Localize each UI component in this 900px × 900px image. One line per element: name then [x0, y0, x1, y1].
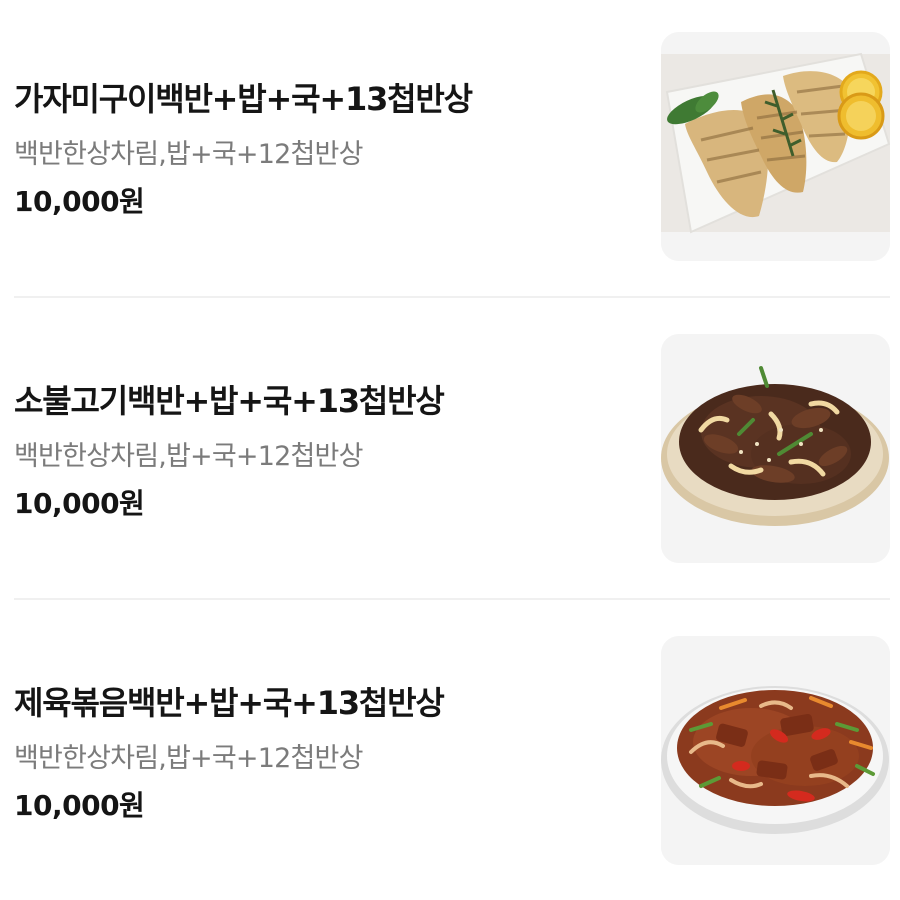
bulgogi-image — [661, 334, 890, 563]
menu-item-spicy-pork[interactable]: 제육볶음백반+밥+국+13첩반상 백반한상차림,밥+국+12첩반상 10,000… — [14, 636, 890, 866]
menu-item-text: 소불고기백반+밥+국+13첩반상 백반한상차림,밥+국+12첩반상 10,000… — [14, 334, 634, 564]
menu-item-grilled-flounder[interactable]: 가자미구이백반+밥+국+13첩반상 백반한상차림,밥+국+12첩반상 10,00… — [14, 32, 890, 262]
spicy-pork-image — [661, 636, 890, 865]
menu-item-beef-bulgogi[interactable]: 소불고기백반+밥+국+13첩반상 백반한상차림,밥+국+12첩반상 10,000… — [14, 334, 890, 564]
menu-item-price: 10,000원 — [14, 185, 145, 218]
divider — [14, 296, 890, 298]
menu-item-description: 백반한상차림,밥+국+12첩반상 — [14, 743, 363, 774]
menu-item-text: 제육볶음백반+밥+국+13첩반상 백반한상차림,밥+국+12첩반상 10,000… — [14, 636, 634, 866]
menu-item-photo[interactable] — [661, 636, 890, 865]
grilled-fish-image — [661, 32, 890, 261]
menu-item-photo[interactable] — [661, 334, 890, 563]
menu-item-description: 백반한상차림,밥+국+12첩반상 — [14, 139, 363, 170]
menu-item-photo[interactable] — [661, 32, 890, 261]
menu-item-text: 가자미구이백반+밥+국+13첩반상 백반한상차림,밥+국+12첩반상 10,00… — [14, 32, 634, 262]
menu-list: 가자미구이백반+밥+국+13첩반상 백반한상차림,밥+국+12첩반상 10,00… — [0, 0, 900, 900]
menu-item-name: 제육볶음백반+밥+국+13첩반상 — [14, 684, 445, 722]
menu-item-name: 가자미구이백반+밥+국+13첩반상 — [14, 80, 473, 118]
menu-item-description: 백반한상차림,밥+국+12첩반상 — [14, 441, 363, 472]
menu-item-name: 소불고기백반+밥+국+13첩반상 — [14, 382, 445, 420]
menu-item-price: 10,000원 — [14, 487, 145, 520]
menu-item-price: 10,000원 — [14, 789, 145, 822]
divider — [14, 598, 890, 600]
